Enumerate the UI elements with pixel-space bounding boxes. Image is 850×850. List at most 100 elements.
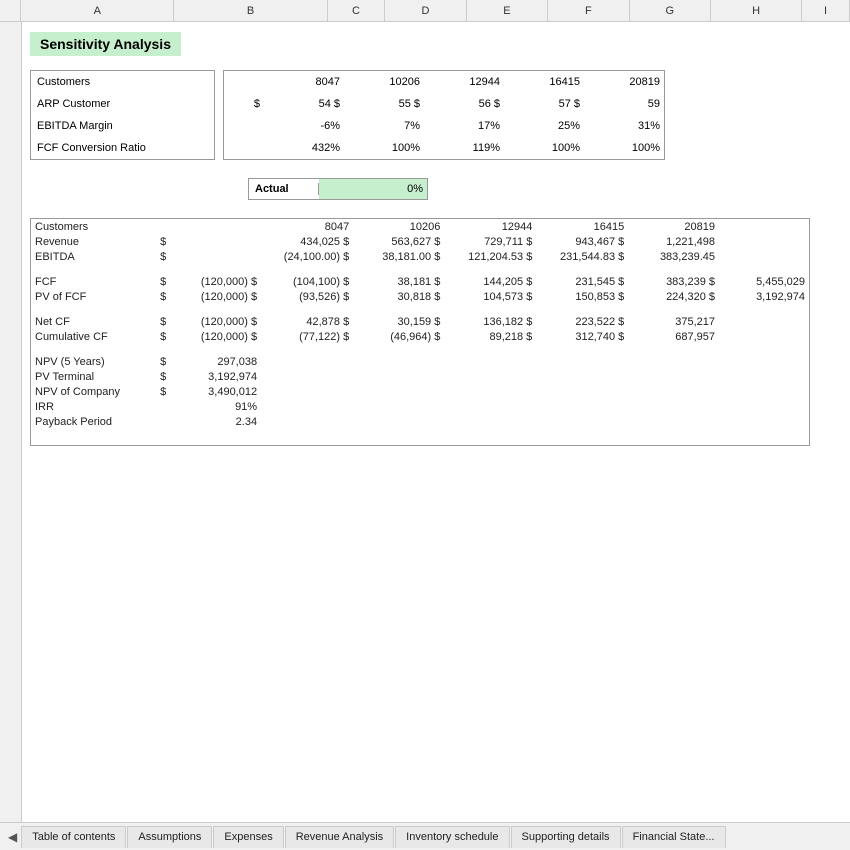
actual-row: Actual 0% <box>248 178 842 200</box>
row-sym-netcf: $ <box>156 314 170 329</box>
col-header-E: E <box>467 0 548 21</box>
tab-table-of-contents[interactable]: Table of contents <box>21 826 126 848</box>
row-v1-revenue: 434,025 $ <box>261 234 353 249</box>
row-v3-ebitda: 121,204.53 $ <box>444 249 536 264</box>
tab-bar: ◀ Table of contents Assumptions Expenses… <box>0 822 850 850</box>
tab-inventory-schedule[interactable]: Inventory schedule <box>395 826 509 848</box>
spacer-row <box>31 344 809 354</box>
row-v6-netcf <box>719 314 809 329</box>
row-v0-pvfcf: (120,000) $ <box>170 289 261 304</box>
col-header-C: C <box>328 0 386 21</box>
table-row: IRR 91% <box>31 399 809 414</box>
row-v0-revenue <box>170 234 261 249</box>
row-label-pvterm: PV Terminal <box>31 369 156 384</box>
top-c-v4: 16415 <box>504 71 584 93</box>
row-v1-netcf: 42,878 $ <box>261 314 353 329</box>
column-headers: A B C D E F G H I <box>0 0 850 22</box>
col-header-H: H <box>711 0 802 21</box>
spacer-row <box>31 429 809 445</box>
row-v1-cumcf: (77,122) $ <box>261 329 353 344</box>
top-a-sym: $ <box>224 93 264 115</box>
row-v3-pvfcf: 104,573 $ <box>444 289 536 304</box>
main-content: Sensitivity Analysis Customers ARP Custo… <box>0 22 850 822</box>
row-v6-customers <box>719 219 809 234</box>
row-label-netcf: Net CF <box>31 314 156 329</box>
tab-assumptions[interactable]: Assumptions <box>127 826 212 848</box>
col-header-F: F <box>548 0 629 21</box>
actual-bar: 0% <box>319 179 427 199</box>
top-f-v5: 100% <box>584 137 664 159</box>
table-row: FCF $ (120,000) $ (104,100) $ 38,181 $ 1… <box>31 274 809 289</box>
row-v3-revenue: 729,711 $ <box>444 234 536 249</box>
row-v5-netcf: 375,217 <box>628 314 719 329</box>
top-e-v4: 25% <box>504 115 584 137</box>
top-c-sym-1 <box>224 71 264 93</box>
row-v2-netcf: 30,159 $ <box>353 314 444 329</box>
row-v3-fcf: 144,205 $ <box>444 274 536 289</box>
row-v0-customers <box>170 219 261 234</box>
row-sym-revenue: $ <box>156 234 170 249</box>
row-v5-ebitda: 383,239.45 <box>628 249 719 264</box>
row-v4-customers: 16415 <box>536 219 628 234</box>
row-sym-npvco: $ <box>156 384 170 399</box>
top-data-box: 8047 10206 12944 16415 20819 $ 54 $ 55 $… <box>223 70 665 160</box>
table-row: EBITDA $ (24,100.00) $ 38,181.00 $ 121,2… <box>31 249 809 264</box>
row-sym-customers <box>156 219 170 234</box>
top-c-v1: 8047 <box>264 71 344 93</box>
row-v0-npvco: 3,490,012 <box>170 384 261 399</box>
row-label-irr: IRR <box>31 399 156 414</box>
row-v6-pvfcf: 3,192,974 <box>719 289 809 304</box>
row-v4-netcf: 223,522 $ <box>536 314 628 329</box>
row-label-ebitda: EBITDA <box>31 249 156 264</box>
row-label-payback: Payback Period <box>31 414 156 429</box>
top-f-v2: 100% <box>344 137 424 159</box>
row-sym-ebitda: $ <box>156 249 170 264</box>
actual-slider-box[interactable]: Actual 0% <box>248 178 428 200</box>
row-sym-irr <box>156 399 170 414</box>
row-label-fcf: FCF <box>31 274 156 289</box>
top-e-v3: 17% <box>424 115 504 137</box>
col-header-B: B <box>174 0 327 21</box>
spacer-row <box>31 304 809 314</box>
top-c-v5: 20819 <box>584 71 664 93</box>
row-label-pvfcf: PV of FCF <box>31 289 156 304</box>
row-v4-cumcf: 312,740 $ <box>536 329 628 344</box>
top-f-sym <box>224 137 264 159</box>
top-e-v5: 31% <box>584 115 664 137</box>
row-label-npv5: NPV (5 Years) <box>31 354 156 369</box>
row-v5-fcf: 383,239 $ <box>628 274 719 289</box>
row-v0-irr: 91% <box>170 399 261 414</box>
top-e-v1: -6% <box>264 115 344 137</box>
top-f-v3: 119% <box>424 137 504 159</box>
row-v0-payback: 2.34 <box>170 414 261 429</box>
row-v2-pvfcf: 30,818 $ <box>353 289 444 304</box>
top-a-v4: 57 $ <box>504 93 584 115</box>
spacer-row <box>31 264 809 274</box>
label-arp: ARP Customer <box>31 93 214 115</box>
col-header-row <box>0 0 21 21</box>
tab-revenue-analysis[interactable]: Revenue Analysis <box>285 826 394 848</box>
row-v6-cumcf <box>719 329 809 344</box>
row-v4-revenue: 943,467 $ <box>536 234 628 249</box>
row-label-customers: Customers <box>31 219 156 234</box>
row-v0-netcf: (120,000) $ <box>170 314 261 329</box>
row-v2-customers: 10206 <box>353 219 444 234</box>
top-a-v1: 54 $ <box>264 93 344 115</box>
row-v3-customers: 12944 <box>444 219 536 234</box>
label-customers: Customers <box>31 71 214 93</box>
row-sym-payback <box>156 414 170 429</box>
table-row: NPV of Company $ 3,490,012 <box>31 384 809 399</box>
row-v1-customers: 8047 <box>261 219 353 234</box>
tab-supporting-details[interactable]: Supporting details <box>511 826 621 848</box>
tab-financial-state[interactable]: Financial State... <box>622 826 726 848</box>
row-v2-revenue: 563,627 $ <box>353 234 444 249</box>
table-row: Revenue $ 434,025 $ 563,627 $ 729,711 $ … <box>31 234 809 249</box>
main-analysis-table: Customers 8047 10206 12944 16415 20819 R… <box>30 218 810 446</box>
tab-expenses[interactable]: Expenses <box>213 826 283 848</box>
tab-scroll-left[interactable]: ◀ <box>4 830 21 844</box>
label-box: Customers ARP Customer EBITDA Margin FCF… <box>30 70 215 160</box>
row-v6-revenue <box>719 234 809 249</box>
row-numbers <box>0 22 22 822</box>
top-sensitivity-table: Customers ARP Customer EBITDA Margin FCF… <box>30 70 842 160</box>
sheet-area: Sensitivity Analysis Customers ARP Custo… <box>22 22 850 822</box>
